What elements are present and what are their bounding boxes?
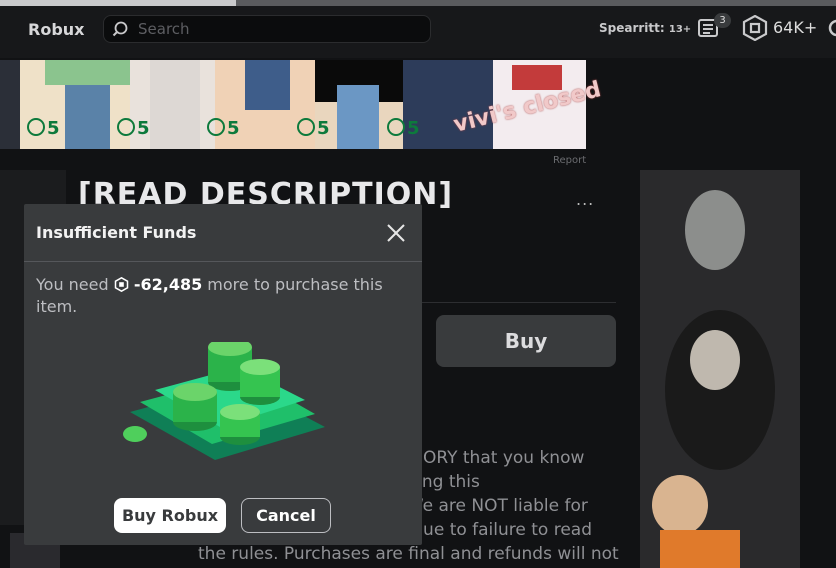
- username-label[interactable]: Spearritt: 13+: [599, 21, 691, 35]
- notification-count-badge: 3: [714, 13, 731, 28]
- robux-pile-image: [123, 342, 325, 460]
- buy-robux-button[interactable]: Buy Robux: [114, 498, 226, 533]
- top-navigation-bar: Robux Spearritt: 13+ 3 64K+: [0, 0, 836, 58]
- scroll-indicator: [0, 0, 236, 6]
- description-line: the rules. Purchases are final and refun…: [198, 544, 619, 564]
- dialog-header: Insufficient Funds: [24, 204, 422, 262]
- robux-icon[interactable]: [742, 15, 768, 41]
- username-text: Spearritt:: [599, 21, 665, 35]
- dialog-title: Insufficient Funds: [36, 223, 197, 242]
- robux-icon: [114, 277, 128, 292]
- divider: [420, 302, 616, 303]
- scroll-track: [236, 0, 836, 6]
- age-label: 13+: [668, 24, 692, 35]
- banner-price: 5: [207, 118, 240, 139]
- more-options-button[interactable]: ...: [576, 190, 594, 209]
- banner-price: 5: [387, 118, 420, 139]
- insufficient-funds-dialog: Insufficient Funds You need -62,485 more…: [24, 204, 422, 545]
- artwork-image: [640, 170, 800, 568]
- item-artwork: [640, 170, 800, 568]
- search-box[interactable]: [103, 15, 431, 43]
- message-prefix: You need: [36, 275, 114, 294]
- settings-icon[interactable]: [826, 17, 836, 39]
- banner-price: 5: [117, 118, 150, 139]
- banner-price: 5: [27, 118, 60, 139]
- robux-nav-link[interactable]: Robux: [28, 20, 84, 39]
- search-input[interactable]: [136, 18, 420, 40]
- close-icon: [387, 224, 405, 242]
- buy-button[interactable]: Buy: [436, 315, 616, 367]
- search-icon: [112, 21, 128, 37]
- banner-price: 5: [297, 118, 330, 139]
- close-button[interactable]: [384, 221, 408, 245]
- robux-balance[interactable]: 64K+: [773, 18, 817, 37]
- report-ad-link[interactable]: Report: [553, 155, 586, 166]
- dialog-message: You need -62,485 more to purchase this i…: [36, 274, 408, 318]
- required-amount: -62,485: [133, 275, 203, 294]
- cancel-button[interactable]: Cancel: [241, 498, 331, 533]
